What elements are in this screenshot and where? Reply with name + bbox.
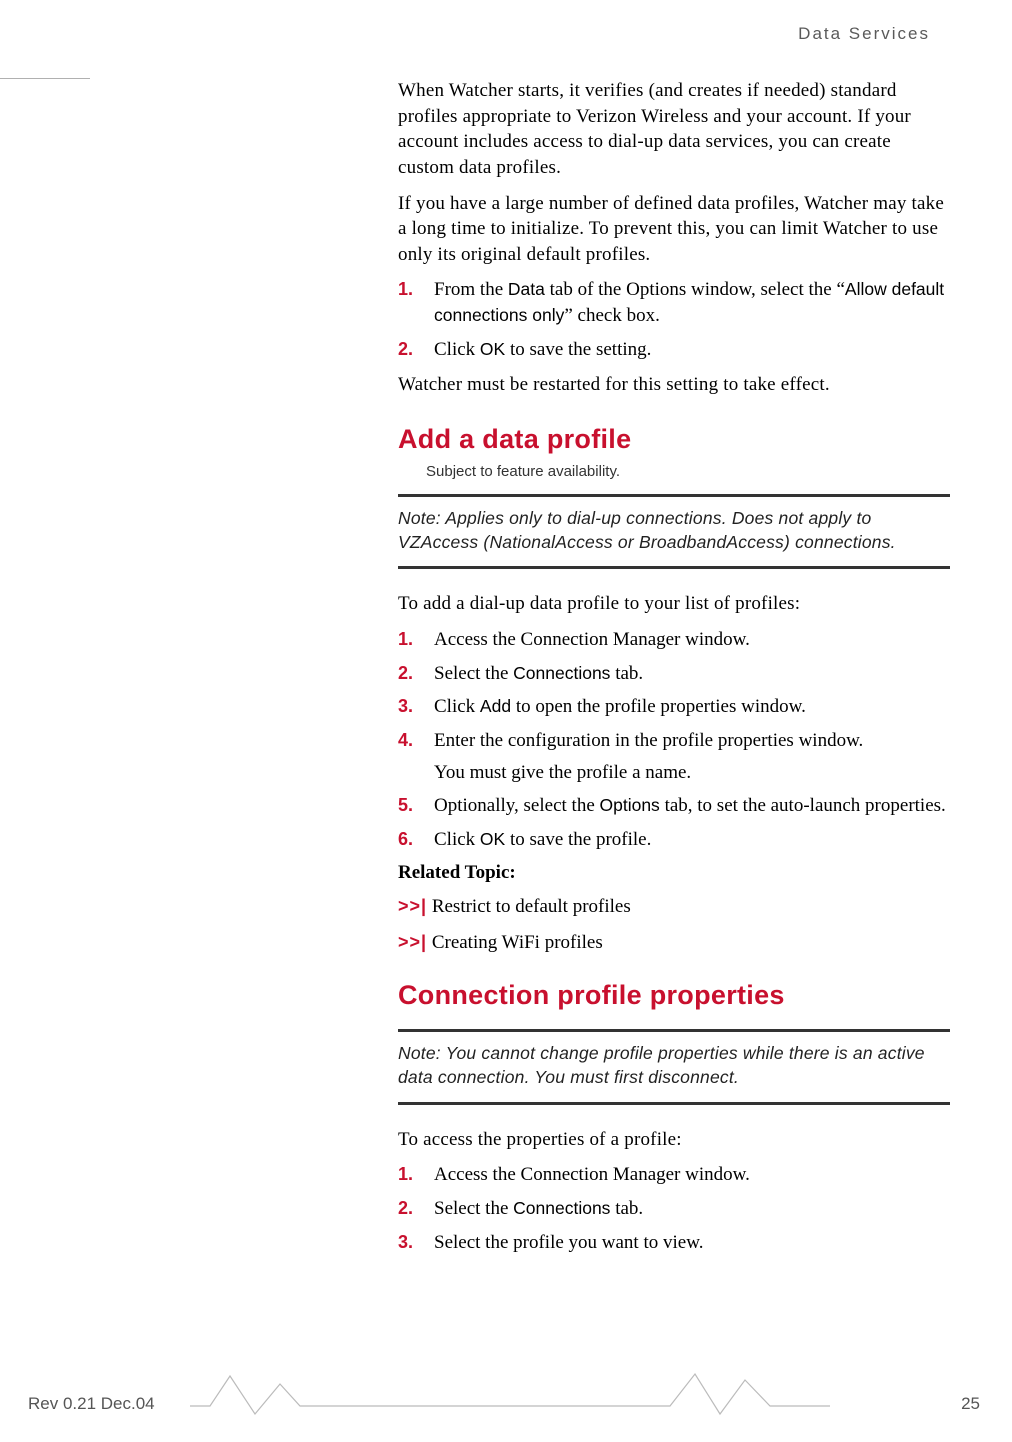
step-item: 2. Select the Connections tab. [398,1196,950,1222]
ui-term: Connections [513,663,610,683]
step-item: 3. Click Add to open the profile propert… [398,694,950,720]
step-text: Click [434,339,480,360]
paragraph: If you have a large number of defined da… [398,191,950,268]
link-text: Creating WiFi profiles [427,932,603,953]
step-text: Select the [434,1198,513,1219]
ui-term: Add [480,696,511,716]
step-subtext: You must give the profile a name. [434,760,950,786]
section-heading-connection-properties: Connection profile properties [398,980,950,1011]
steps-list: 1. From the Data tab of the Options wind… [398,277,950,362]
step-text: Click [434,696,480,717]
step-number: 2. [398,337,413,361]
step-item: 6. Click OK to save the profile. [398,827,950,853]
ui-term: Options [600,795,660,815]
paragraph: Watcher must be restarted for this setti… [398,372,950,398]
step-number: 1. [398,277,413,301]
step-number: 5. [398,793,413,817]
step-item: 5. Optionally, select the Options tab, t… [398,793,950,819]
step-item: 1. Access the Connection Manager window. [398,627,950,653]
step-text: ” check box. [564,305,659,326]
link-arrows-icon: >>| [398,896,427,916]
step-item: 3. Select the profile you want to view. [398,1230,950,1256]
paragraph: To add a dial-up data profile to your li… [398,591,950,617]
step-text: tab of the Options window, select the “ [545,279,845,300]
footer-revision: Rev 0.21 Dec.04 [28,1394,155,1414]
section-heading-add-profile: Add a data profile [398,424,950,455]
step-text: Enter the configuration in the profile p… [434,730,863,751]
related-link[interactable]: >>| Restrict to default profiles [398,896,950,918]
step-number: 4. [398,728,413,752]
related-link[interactable]: >>| Creating WiFi profiles [398,932,950,954]
step-text: Optionally, select the [434,795,600,816]
step-text: Access the Connection Manager window. [434,1164,750,1185]
note-text: Note: You cannot change profile properti… [398,1042,950,1089]
step-text: From the [434,279,508,300]
footer-wave-graphic [190,1366,830,1416]
link-text: Restrict to default profiles [427,896,631,917]
steps-list: 1. Access the Connection Manager window.… [398,1162,950,1255]
subject-note: Subject to feature availability. [426,463,950,480]
step-item: 1. From the Data tab of the Options wind… [398,277,950,328]
ui-term: Connections [513,1198,610,1218]
ui-term: Data [508,279,545,299]
note-block: Note: Applies only to dial-up connection… [398,494,950,569]
step-text: Select the profile you want to view. [434,1232,703,1253]
step-number: 3. [398,1230,413,1254]
step-item: 2. Click OK to save the setting. [398,337,950,363]
step-text: tab, to set the auto-launch properties. [660,795,946,816]
step-text: Click [434,829,480,850]
note-text: Note: Applies only to dial-up connection… [398,507,950,554]
step-item: 1. Access the Connection Manager window. [398,1162,950,1188]
step-text: to save the setting. [505,339,651,360]
ui-term: OK [480,339,505,359]
step-text: tab. [610,1198,643,1219]
step-number: 3. [398,694,413,718]
paragraph: To access the properties of a profile: [398,1127,950,1153]
step-text: Access the Connection Manager window. [434,629,750,650]
related-topic-heading: Related Topic: [398,862,950,884]
step-item: 2. Select the Connections tab. [398,661,950,687]
step-number: 1. [398,627,413,651]
page-footer: Rev 0.21 Dec.04 25 [0,1384,1012,1414]
step-text: to save the profile. [505,829,651,850]
step-text: Select the [434,663,513,684]
paragraph: When Watcher starts, it verifies (and cr… [398,78,950,181]
steps-list: 1. Access the Connection Manager window.… [398,627,950,852]
body-column: When Watcher starts, it verifies (and cr… [398,78,950,1265]
step-number: 6. [398,827,413,851]
ui-term: OK [480,829,505,849]
sidebar-rule [0,78,90,79]
step-item: 4. Enter the configuration in the profil… [398,728,950,785]
step-text: tab. [610,663,643,684]
page-number: 25 [961,1394,980,1414]
note-block: Note: You cannot change profile properti… [398,1029,950,1104]
step-text: to open the profile properties window. [511,696,806,717]
step-number: 2. [398,661,413,685]
step-number: 1. [398,1162,413,1186]
step-number: 2. [398,1196,413,1220]
page: Data Services When Watcher starts, it ve… [0,0,1012,1442]
link-arrows-icon: >>| [398,932,427,952]
running-header: Data Services [798,24,930,44]
